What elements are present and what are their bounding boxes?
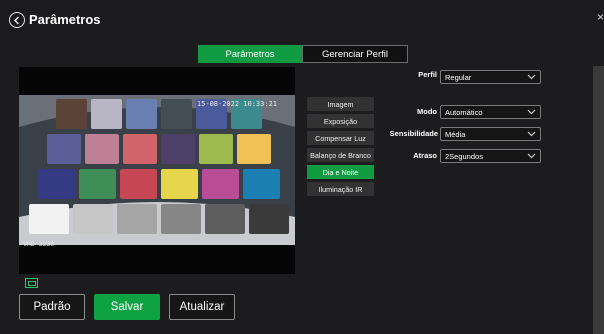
color-patch [237, 134, 271, 164]
tab-gerenciar-perfil[interactable]: Gerenciar Perfil [302, 45, 408, 63]
sensibilidade-value: Média [445, 129, 466, 139]
tab-parametros[interactable]: Parâmetros [198, 45, 302, 63]
color-patch [202, 169, 239, 199]
atraso-label: Atraso [413, 151, 437, 160]
chevron-down-icon [527, 74, 536, 80]
video-timestamp: 15-08-2022 10:33:21 [196, 100, 277, 108]
video-camera-label: VHD 3230 [23, 240, 55, 248]
sensibilidade-label: Sensibilidade [389, 129, 438, 138]
color-patch [85, 134, 119, 164]
color-patch [29, 204, 69, 234]
menu-iluminacao-ir[interactable]: Iluminação IR [307, 182, 374, 196]
video-preview: 15-08-2022 10:33:21 VHD 3230 [19, 67, 295, 274]
scrollbar[interactable] [593, 66, 604, 334]
color-patch [161, 99, 192, 129]
atraso-value: 2Segundos [445, 151, 483, 161]
modo-value: Automático [445, 107, 483, 117]
modo-label: Modo [417, 107, 437, 116]
page-title: Parâmetros [29, 12, 101, 27]
menu-balanco-branco[interactable]: Balanço de Branco [307, 148, 374, 162]
chevron-down-icon [527, 131, 536, 137]
atraso-select[interactable]: 2Segundos [440, 149, 541, 163]
camera-image [19, 95, 295, 245]
modo-select[interactable]: Automático [440, 105, 541, 119]
color-patch [126, 99, 157, 129]
color-patch [199, 134, 233, 164]
color-patch [91, 99, 122, 129]
menu-exposicao[interactable]: Exposição [307, 114, 374, 128]
color-patch [73, 204, 113, 234]
color-patch [205, 204, 245, 234]
perfil-value: Regular [445, 72, 472, 82]
padrao-button[interactable]: Padrão [19, 294, 85, 320]
color-patch [123, 134, 157, 164]
color-patch [56, 99, 87, 129]
color-patch [38, 169, 75, 199]
sensibilidade-select[interactable]: Média [440, 127, 541, 141]
chevron-down-icon [527, 153, 536, 159]
perfil-label: Perfil [418, 70, 437, 79]
color-patch [161, 134, 195, 164]
color-patch [117, 204, 157, 234]
atualizar-button[interactable]: Atualizar [169, 294, 235, 320]
back-icon[interactable] [9, 12, 25, 28]
menu-imagem[interactable]: Imagem [307, 97, 374, 111]
menu-compensar-luz[interactable]: Compensar Luz [307, 131, 374, 145]
color-patch [79, 169, 116, 199]
menu-dia-e-noite[interactable]: Dia e Noite [307, 165, 374, 179]
salvar-button[interactable]: Salvar [94, 294, 160, 320]
color-patch [161, 169, 198, 199]
color-patch [120, 169, 157, 199]
color-patch [243, 169, 280, 199]
color-patch [161, 204, 201, 234]
chevron-down-icon [527, 109, 536, 115]
close-icon[interactable]: × [597, 10, 604, 24]
color-patch [249, 204, 289, 234]
fit-window-icon[interactable] [25, 278, 38, 288]
perfil-select[interactable]: Regular [440, 70, 541, 84]
color-patch [47, 134, 81, 164]
